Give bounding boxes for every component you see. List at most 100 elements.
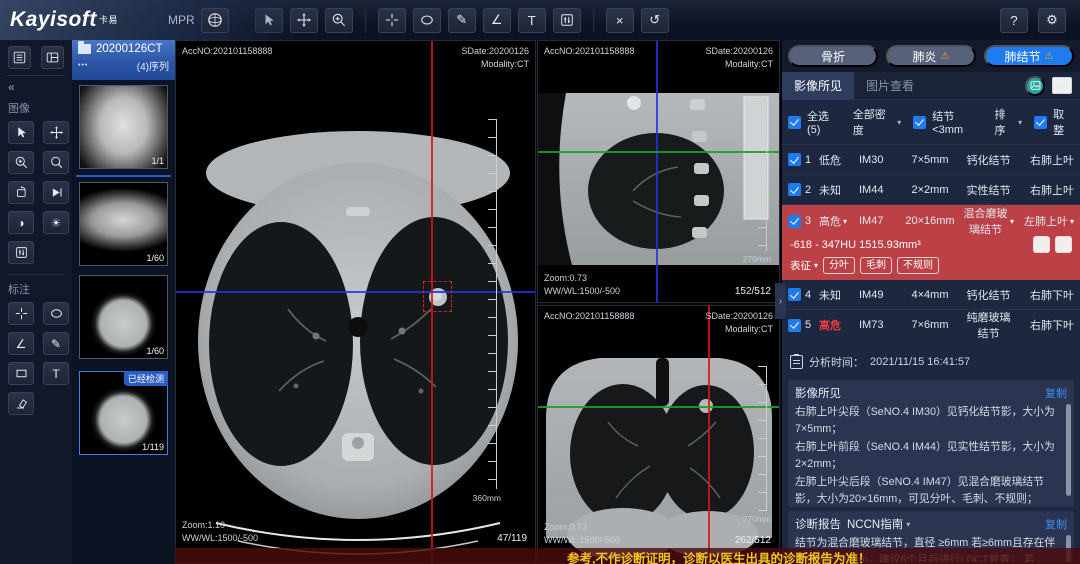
tab-image-view[interactable]: 图片查看: [854, 72, 926, 100]
mpr-mode-button[interactable]: [201, 8, 229, 33]
thumbnail-series-4-selected[interactable]: 已经检测 1/119: [79, 371, 168, 455]
crosshair-tool-button[interactable]: [378, 8, 406, 33]
coronal-display-info: Zoom:0.73 WW/WL:1500/-500: [544, 521, 620, 547]
cine-play-button[interactable]: [43, 181, 69, 204]
coronal-crosshair-horizontal[interactable]: [538, 406, 779, 408]
small-nodule-checkbox[interactable]: [913, 116, 926, 129]
checkbox[interactable]: [788, 319, 801, 332]
invert-contrast-button[interactable]: ◑: [8, 211, 34, 234]
settings-button[interactable]: ⚙: [1038, 8, 1066, 33]
rotate-tool-button[interactable]: [8, 181, 34, 204]
text-tool-button[interactable]: T: [43, 362, 69, 385]
checkbox[interactable]: [788, 183, 801, 196]
rail-top-buttons: [6, 44, 66, 76]
eraser-tool-button[interactable]: [8, 392, 34, 415]
feature-tag[interactable]: 分叶: [823, 257, 855, 274]
pan-tool-button[interactable]: [43, 121, 69, 144]
text-tool-button[interactable]: T: [518, 8, 546, 33]
nodule-hu-volume: -618 - 347HU 1515.93mm³: [790, 239, 921, 251]
ellipse-tool-button[interactable]: [43, 302, 69, 325]
report-title: 诊断报告: [795, 516, 841, 532]
checkbox[interactable]: [788, 215, 801, 228]
panel-collapse-handle[interactable]: ›: [775, 283, 786, 319]
series-count: (4)序列: [137, 58, 169, 73]
rectangle-tool-button[interactable]: [8, 362, 34, 385]
select-all-checkbox[interactable]: [788, 116, 801, 129]
location-select[interactable]: 左肺上叶▾: [1018, 213, 1074, 229]
nodule-row-5[interactable]: 5 高危 IM73 7×6mm 纯磨玻璃结节 右肺下叶: [782, 310, 1080, 340]
coronal-modality: Modality:CT: [705, 323, 773, 336]
nodule-row-1[interactable]: 1 低危 IM30 7×5mm 钙化结节 右肺上叶: [782, 145, 1080, 175]
coronal-viewport[interactable]: 270mm AccNO:202101158888 SDate:20200126 …: [537, 305, 780, 564]
checkbox[interactable]: [788, 153, 801, 166]
brightness-button[interactable]: ☀: [43, 211, 69, 234]
window-level-button[interactable]: [8, 241, 34, 264]
ruler-tool-button[interactable]: ✎: [448, 8, 476, 33]
reset-view-button[interactable]: ↺: [641, 8, 669, 33]
crosshair-tool-button[interactable]: [8, 302, 34, 325]
checkbox[interactable]: [788, 288, 801, 301]
collapse-rail-toggle[interactable]: «: [6, 76, 66, 96]
sagittal-crosshair-horizontal[interactable]: [538, 151, 779, 153]
round-checkbox[interactable]: [1034, 116, 1047, 129]
pointer-tool-button[interactable]: [255, 8, 283, 33]
sagittal-sdate: SDate:20200126: [705, 45, 773, 58]
series-list-button[interactable]: [8, 46, 31, 69]
features-select[interactable]: 表征▾: [790, 258, 818, 273]
axial-crosshair-horizontal[interactable]: [176, 291, 535, 293]
coronal-crosshair-vertical[interactable]: [708, 306, 710, 563]
layout-button[interactable]: [41, 46, 64, 69]
guideline-select[interactable]: NCCN指南▾: [847, 516, 910, 532]
feature-tag[interactable]: 不规则: [897, 257, 939, 274]
image-preview-button[interactable]: [1025, 76, 1045, 96]
sagittal-accno: AccNO:202101158888: [544, 45, 634, 58]
window-level-tool-button[interactable]: [553, 8, 581, 33]
nodule-image-index: IM47: [859, 215, 897, 227]
zoom-in-tool-button[interactable]: [325, 8, 353, 33]
sagittal-slice-counter: 152/512: [735, 285, 771, 298]
thumbnail-series-2[interactable]: 1/60: [79, 182, 168, 266]
nodule-row-4[interactable]: 4 未知 IM49 4×4mm 钙化结节 右肺下叶: [782, 280, 1080, 310]
findings-scrollbar[interactable]: [1066, 404, 1071, 496]
feature-tag[interactable]: 毛刺: [860, 257, 892, 274]
clipboard-icon: [790, 355, 803, 369]
nodule-row-2[interactable]: 2 未知 IM44 2×2mm 实性结节 右肺上叶: [782, 175, 1080, 205]
clear-annotations-button[interactable]: ×: [606, 8, 634, 33]
thumbnail-series-3[interactable]: 1/60: [79, 275, 168, 359]
mode-nodule-button[interactable]: 肺结节⚠: [984, 45, 1074, 67]
ellipse-tool-button[interactable]: [413, 8, 441, 33]
axial-viewport[interactable]: 360mm AccNO:202101158888 SDate:20200126 …: [175, 40, 536, 564]
magnify-tool-button[interactable]: [43, 151, 69, 174]
type-select[interactable]: 混合磨玻璃结节▾: [963, 205, 1014, 237]
mode-fracture-label: 骨折: [821, 48, 845, 65]
axial-sdate: SDate:20200126: [461, 45, 529, 58]
nodule-row-3-selected[interactable]: 3 高危▾ IM47 20×16mm 混合磨玻璃结节▾ 左肺上叶▾ -618 -…: [782, 205, 1080, 280]
angle-tool-button[interactable]: ∠: [8, 332, 34, 355]
copy-report-button[interactable]: 复制: [1045, 516, 1067, 532]
help-button[interactable]: ?: [1000, 8, 1028, 33]
layout-icon: [46, 51, 59, 64]
nodule-location: 左肺上叶: [1024, 213, 1068, 229]
series-more-icon[interactable]: •••: [78, 62, 88, 69]
sync-nodule-button[interactable]: [1033, 236, 1050, 253]
mode-pneumonia-button[interactable]: 肺炎⚠: [886, 45, 976, 67]
nodule-roi-box[interactable]: [423, 281, 452, 312]
pointer-tool-button[interactable]: [8, 121, 34, 144]
density-select[interactable]: 全部密度▾: [853, 106, 902, 138]
zoom-in-tool-button[interactable]: [8, 151, 34, 174]
grade-select[interactable]: 高危▾: [819, 213, 855, 229]
sagittal-crosshair-vertical[interactable]: [656, 41, 658, 302]
sort-select[interactable]: 排序▾: [994, 106, 1022, 138]
thumbnail-scout[interactable]: 1/1: [79, 85, 168, 169]
2d-view-button[interactable]: 2D: [1052, 77, 1072, 94]
angle-tool-button[interactable]: ∠: [483, 8, 511, 33]
sagittal-viewport[interactable]: 270mm AccNO:202101158888 SDate:20200126 …: [537, 40, 780, 303]
caret-down-icon: ▾: [897, 118, 901, 127]
ruler-tool-button[interactable]: ✎: [43, 332, 69, 355]
series-header[interactable]: 20200126CT ••• (4)序列: [72, 40, 175, 80]
delete-nodule-button[interactable]: [1055, 236, 1072, 253]
pan-tool-button[interactable]: [290, 8, 318, 33]
tab-findings[interactable]: 影像所见: [782, 72, 854, 100]
copy-findings-button[interactable]: 复制: [1045, 385, 1067, 401]
mode-fracture-button[interactable]: 骨折: [788, 45, 878, 67]
